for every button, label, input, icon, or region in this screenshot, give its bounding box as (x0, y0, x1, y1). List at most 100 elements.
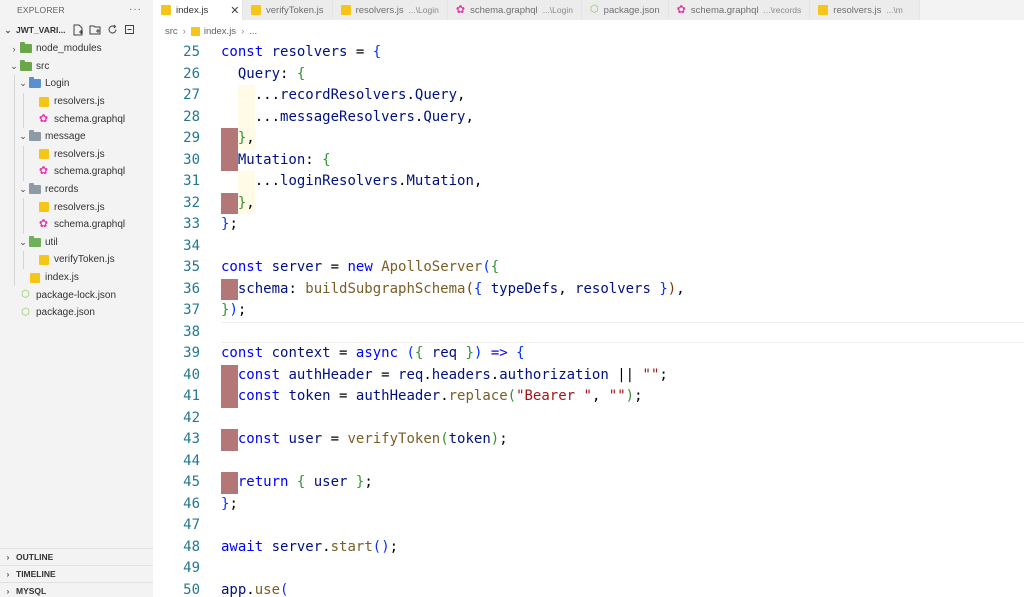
folder-node-modules[interactable]: › node_modules (0, 40, 153, 58)
breadcrumb-separator: › (241, 25, 245, 37)
code-token: , (246, 194, 255, 211)
line-number: 30 (183, 151, 200, 168)
file-resolvers-js[interactable]: resolvers.js (0, 198, 153, 216)
code-line[interactable]: 42 (153, 408, 1024, 430)
code-line[interactable]: 25 const resolvers = { (153, 42, 1024, 64)
new-file-icon[interactable] (72, 23, 84, 36)
line-number: 35 (183, 259, 200, 275)
line-number: 33 (183, 216, 200, 232)
folder-records[interactable]: ⌄ records (0, 180, 153, 199)
file-verifytoken-js[interactable]: verifyToken.js (0, 251, 153, 269)
folder-icon (19, 42, 32, 54)
tab-resolvers-js[interactable]: resolvers.js ...\m (810, 0, 921, 20)
js-file-icon (37, 254, 50, 265)
tab-label: verifyToken.js (266, 4, 324, 16)
code-line[interactable]: 37}); (153, 300, 1024, 322)
code-token: start (330, 538, 373, 555)
explorer-header: EXPLORER ··· (0, 0, 153, 20)
file-package-json[interactable]: ⬡ package.json (0, 304, 153, 322)
indent-guide (23, 251, 24, 269)
code-line[interactable]: 44 (153, 451, 1024, 473)
outline-panel[interactable]: › OUTLINE (0, 548, 153, 565)
line-number: 47 (183, 517, 200, 533)
tab-index-js[interactable]: index.js ✕ (153, 0, 243, 20)
folder-login[interactable]: ⌄ Login (0, 75, 153, 93)
code-line[interactable]: 48 await server.start(); (153, 537, 1024, 559)
tab-resolvers-js[interactable]: resolvers.js ...\Login (332, 0, 448, 20)
outline-label: OUTLINE (16, 552, 54, 562)
code-token: = (322, 431, 348, 447)
code-line[interactable]: 32 }, (153, 192, 1024, 214)
code-line[interactable]: 50 app.use( (153, 580, 1024, 597)
code-token: ; (229, 495, 238, 512)
breadcrumb-symbol[interactable]: ... (249, 26, 257, 37)
file-index-js[interactable]: index.js (0, 268, 153, 287)
code-line[interactable]: 27 ...recordResolvers.Query, (153, 85, 1024, 107)
code-line[interactable]: 34 (153, 236, 1024, 258)
timeline-panel[interactable]: › TIMELINE (0, 565, 153, 582)
line-number: 50 (183, 581, 200, 597)
code-line[interactable]: 31 ...loginResolvers.Mutation, (153, 171, 1024, 193)
code-line[interactable]: 38 (153, 321, 1024, 343)
chevron-right-icon: › (12, 43, 16, 54)
indent-guide (23, 163, 24, 181)
folder-icon (28, 130, 41, 142)
refresh-icon[interactable] (106, 23, 118, 36)
file-schema-graphql[interactable]: ✿ schema.graphql (0, 163, 153, 181)
tab-label: resolvers.js (833, 4, 882, 16)
code-token: ; (364, 474, 373, 490)
mysql-panel[interactable]: › MYSQL (0, 582, 153, 597)
code-line[interactable]: 26 Query: { (153, 64, 1024, 86)
code-line[interactable]: 33}; (153, 214, 1024, 236)
code-token: token (280, 388, 331, 404)
more-actions-icon[interactable]: ··· (129, 4, 142, 15)
code-line[interactable]: 49 (153, 558, 1024, 580)
code-line[interactable]: 36 schema: buildSubgraphSchema({ typeDef… (153, 278, 1024, 300)
indent-guide (14, 251, 15, 269)
code-token: context (263, 345, 331, 361)
code-token: { (490, 259, 500, 275)
code-line[interactable]: 41 const token = authHeader.replace("Bea… (153, 386, 1024, 408)
indent-guide (14, 127, 15, 146)
collapse-all-icon[interactable] (123, 23, 135, 36)
code-line[interactable]: 39 const context = async ({ req }) => { (153, 343, 1024, 365)
file-resolvers-js[interactable]: resolvers.js (0, 92, 153, 111)
breadcrumb-file[interactable]: index.js (204, 26, 236, 37)
code-token: token (448, 431, 491, 447)
tab-schema-graphql[interactable]: ✿ schema.graphql ...\records (668, 0, 811, 20)
folder-src[interactable]: ⌄ src (0, 58, 153, 76)
code-token: authHeader (280, 366, 373, 383)
code-line[interactable]: 30 Mutation: { (153, 149, 1024, 171)
package-json-icon: ⬡ (589, 4, 599, 15)
code-line[interactable]: 29 }, (153, 128, 1024, 150)
tab-package-json[interactable]: ⬡ package.json (581, 0, 669, 20)
file-schema-graphql[interactable]: ✿ schema.graphql (0, 110, 153, 128)
file-schema-graphql[interactable]: ✿ schema.graphql (0, 215, 153, 234)
file-package-lock-json[interactable]: ⬡ package-lock.json (0, 286, 153, 304)
project-root[interactable]: ⌄ JWT_VARI... (0, 20, 153, 40)
chevron-down-icon: ⌄ (19, 236, 27, 247)
folder-util[interactable]: ⌄ util (0, 233, 153, 252)
code-line[interactable]: 28 ...messageResolvers.Query, (153, 106, 1024, 128)
code-line[interactable]: 47 (153, 515, 1024, 537)
tree-item-label: verifyToken.js (54, 254, 115, 266)
breadcrumb-folder[interactable]: src (165, 26, 178, 37)
code-line[interactable]: 45 return { user }; (153, 472, 1024, 494)
tab-schema-graphql[interactable]: ✿ schema.graphql ...\Login (447, 0, 582, 20)
code-line[interactable]: 46}; (153, 494, 1024, 516)
tab-verifytoken-js[interactable]: verifyToken.js (243, 0, 333, 20)
close-icon[interactable]: ✕ (230, 4, 239, 17)
code-line[interactable]: 43 const user = verifyToken(token); (153, 429, 1024, 451)
tree-item-label: message (45, 131, 86, 143)
code-token: const (221, 259, 264, 275)
code-editor[interactable]: 25 const resolvers = {26 Query: {27 ...re… (153, 42, 1024, 597)
new-folder-icon[interactable] (89, 23, 101, 36)
line-number: 25 (183, 44, 200, 60)
code-line[interactable]: 40 const authHeader = req.headers.author… (153, 364, 1024, 386)
code-line[interactable]: 35 const server = new ApolloServer({ (153, 257, 1024, 279)
file-resolvers-js[interactable]: resolvers.js (0, 145, 153, 164)
folder-message[interactable]: ⌄ message (0, 127, 153, 146)
